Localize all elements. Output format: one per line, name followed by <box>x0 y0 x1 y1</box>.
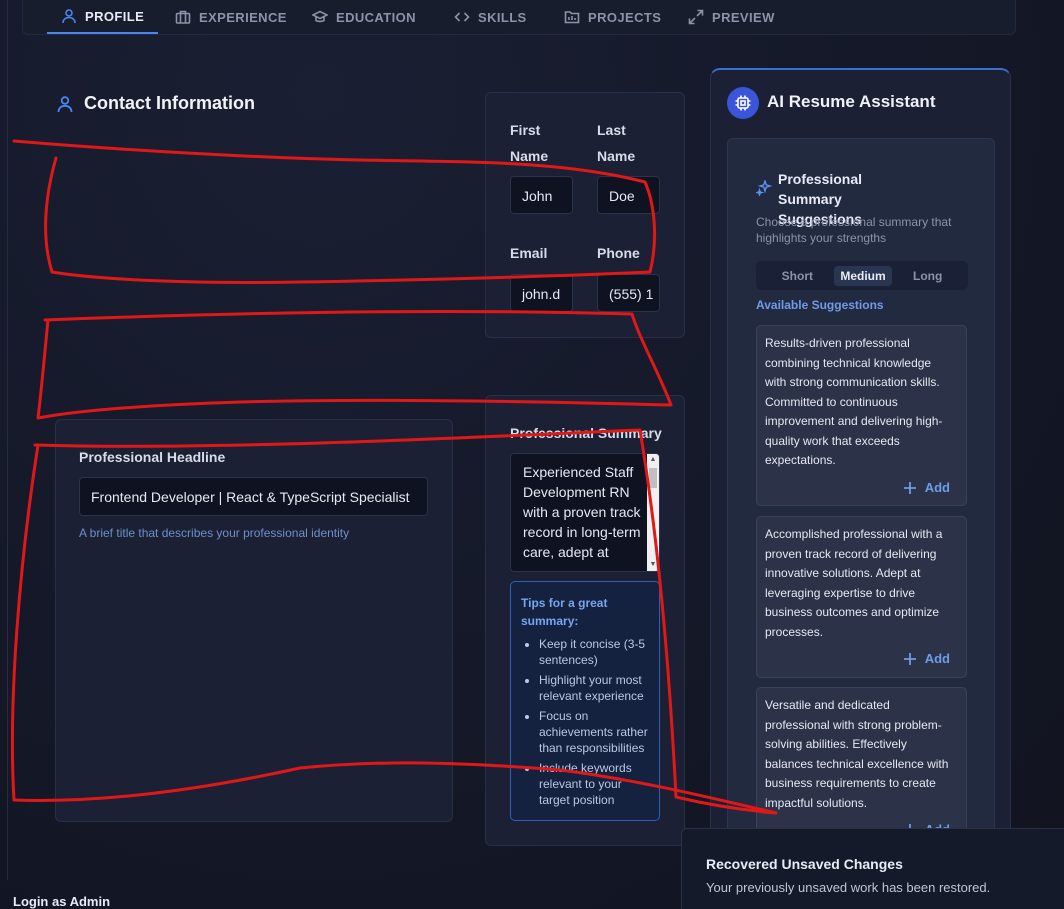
add-label: Add <box>924 480 950 495</box>
expand-icon <box>688 9 704 25</box>
ai-assistant-panel: AI Resume Assistant Professional Summary… <box>710 68 1011 909</box>
tip-item: Keep it concise (3-5 sentences) <box>539 636 649 668</box>
suggestion-card: Accomplished professional with a proven … <box>756 516 967 678</box>
suggestion-text: Accomplished professional with a proven … <box>765 527 943 639</box>
left-divider <box>7 0 8 880</box>
suggestion-text: Versatile and dedicated professional wit… <box>765 698 949 810</box>
graduation-cap-icon <box>312 10 328 23</box>
tab-preview[interactable]: PREVIEW <box>674 0 789 34</box>
tab-preview-label: PREVIEW <box>712 9 775 25</box>
length-short-button[interactable]: Short <box>776 266 819 286</box>
phone-label: Phone <box>597 245 640 261</box>
tab-education-label: EDUCATION <box>336 9 416 25</box>
last-name-input[interactable]: Doe <box>597 176 660 214</box>
phone-input[interactable]: (555) 1 <box>597 274 660 312</box>
suggestion-text: Results-driven professional combining te… <box>765 336 943 467</box>
summary-textarea[interactable]: Experienced Staff Development RN with a … <box>510 453 660 572</box>
plus-icon <box>903 481 916 494</box>
first-name-label-line1: First <box>510 122 541 138</box>
scroll-down-arrow-icon[interactable]: ▼ <box>647 559 659 571</box>
summary-text: Experienced Staff Development RN with a … <box>523 464 641 560</box>
toast-body: Your previously unsaved work has been re… <box>706 880 991 895</box>
add-label: Add <box>924 651 950 666</box>
briefcase-icon <box>175 10 191 24</box>
first-name-label-line2: Name <box>510 148 549 164</box>
tab-skills-label: SKILLS <box>478 9 527 25</box>
suggestion-card: Results-driven professional combining te… <box>756 325 967 506</box>
resume-builder-screen: PROFILE EXPERIENCE EDUCATION SKILLS PROJ… <box>0 0 1064 909</box>
tip-item: Highlight your most relevant experience <box>539 672 649 704</box>
email-label: Email <box>510 245 548 261</box>
tab-experience-label: EXPERIENCE <box>199 9 287 25</box>
tips-list: Keep it concise (3-5 sentences) Highligh… <box>521 636 649 808</box>
scroll-thumb[interactable] <box>649 468 657 488</box>
scroll-up-arrow-icon[interactable]: ▲ <box>647 454 659 466</box>
available-suggestions-label: Available Suggestions <box>756 298 884 312</box>
summary-label: Professional Summary <box>510 425 662 441</box>
add-suggestion-button[interactable]: Add <box>903 651 950 666</box>
summary-length-toggle: Short Medium Long <box>756 261 968 290</box>
code-icon <box>454 12 470 22</box>
tab-experience[interactable]: EXPERIENCE <box>161 0 301 34</box>
recovered-changes-toast: Recovered Unsaved Changes Your previousl… <box>681 828 1064 909</box>
tab-profile-label: PROFILE <box>85 8 145 24</box>
suggestions-subtitle: Choose a professional summary that highl… <box>756 215 952 245</box>
tips-title-line2: summary: <box>521 614 579 628</box>
tab-skills[interactable]: SKILLS <box>440 0 541 34</box>
headline-help-text: A brief title that describes your profes… <box>79 526 350 540</box>
headline-label: Professional Headline <box>79 449 226 465</box>
tips-title: Tips for a great summary: <box>521 594 649 630</box>
length-medium-button[interactable]: Medium <box>834 265 892 286</box>
tip-item: Include keywords relevant to your target… <box>539 760 649 808</box>
ai-assistant-title: AI Resume Assistant <box>767 92 936 111</box>
last-name-label-line1: Last <box>597 122 626 138</box>
tab-education[interactable]: EDUCATION <box>298 0 430 34</box>
chip-icon <box>727 87 759 119</box>
contact-title-text: Contact Information <box>84 93 255 113</box>
tab-projects[interactable]: PROJECTS <box>550 0 675 34</box>
tip-item: Focus on achievements rather than respon… <box>539 708 649 756</box>
length-long-button[interactable]: Long <box>907 266 948 286</box>
sparkle-icon <box>754 178 773 198</box>
summary-tips-box: Tips for a great summary: Keep it concis… <box>510 581 660 821</box>
user-icon <box>62 9 76 24</box>
section-tabbar: PROFILE EXPERIENCE EDUCATION SKILLS PROJ… <box>22 0 1016 35</box>
toast-title: Recovered Unsaved Changes <box>706 856 903 872</box>
email-input[interactable]: john.d <box>510 274 573 312</box>
tips-title-line1: Tips for a great <box>521 596 608 610</box>
user-icon <box>57 95 73 112</box>
tab-projects-label: PROJECTS <box>588 9 662 25</box>
headline-input[interactable]: Frontend Developer | React & TypeScript … <box>79 477 428 516</box>
plus-icon <box>903 652 916 665</box>
last-name-label-line2: Name <box>597 148 636 164</box>
summary-suggestions-panel: Professional Summary Suggestions Choose … <box>727 138 995 909</box>
folder-icon <box>564 11 580 24</box>
add-suggestion-button[interactable]: Add <box>903 480 950 495</box>
contact-section-title: Contact Information <box>56 93 255 114</box>
summary-scrollbar[interactable]: ▲ ▼ <box>647 454 659 571</box>
tab-profile[interactable]: PROFILE <box>47 0 159 34</box>
first-name-input[interactable]: John <box>510 176 573 214</box>
login-as-admin-link[interactable]: Login as Admin <box>13 894 110 909</box>
